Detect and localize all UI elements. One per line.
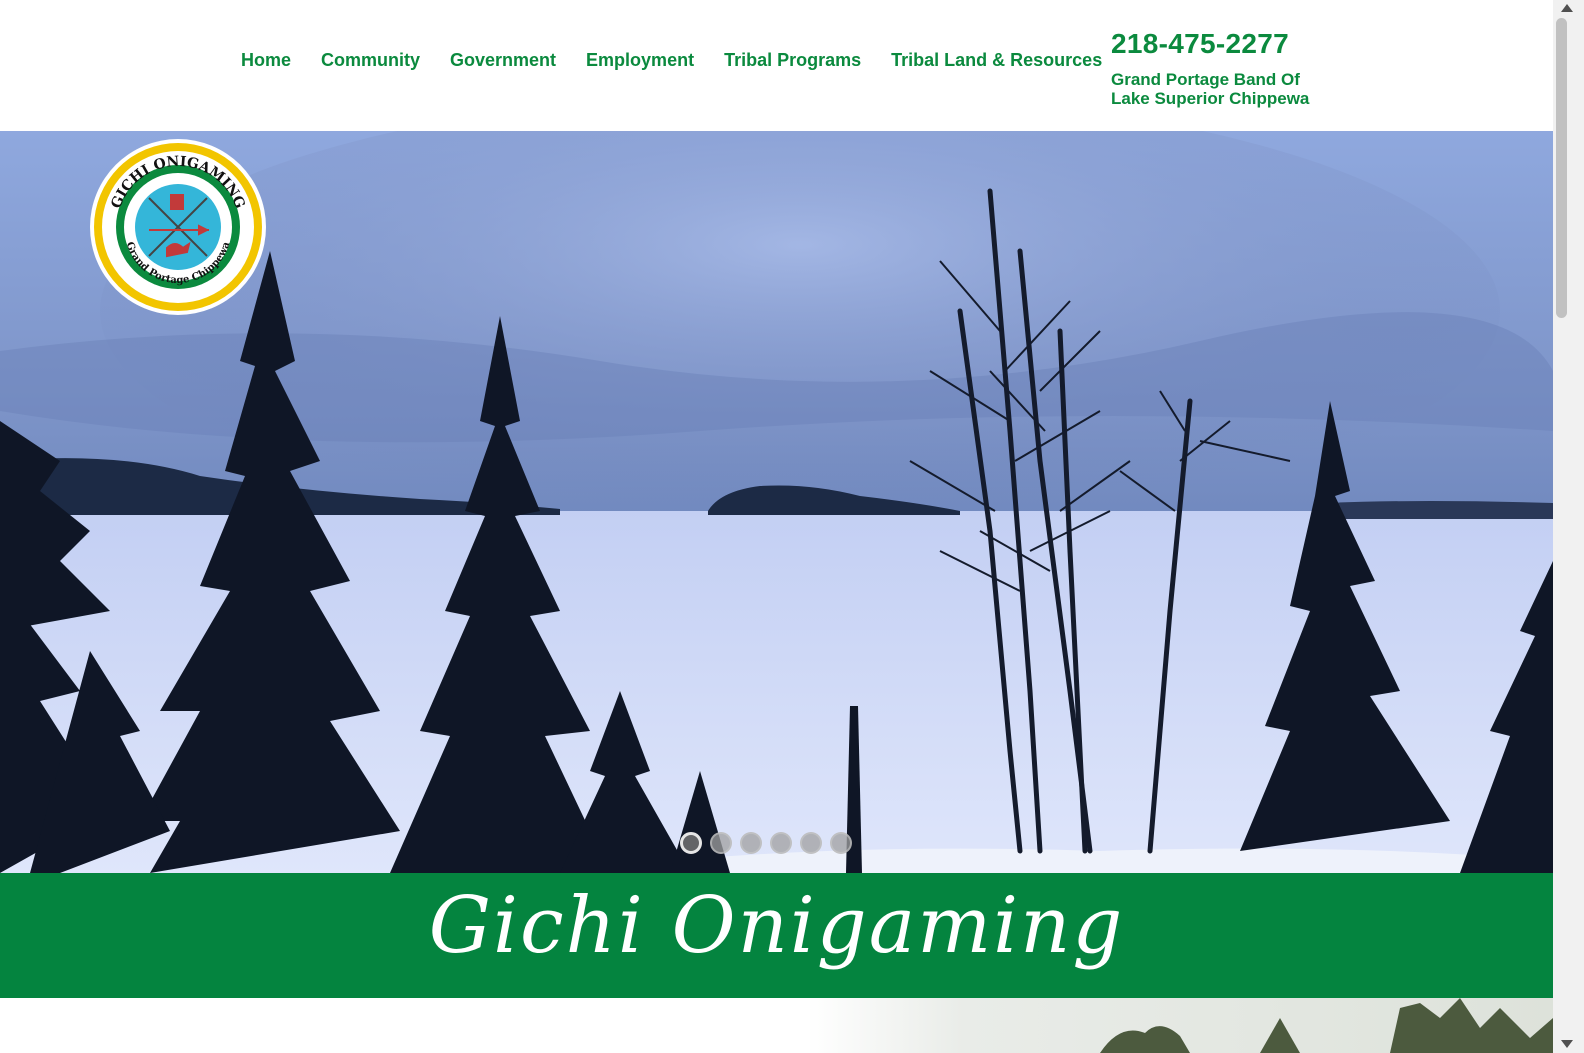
slider-dot[interactable]	[740, 832, 762, 854]
slider-dot[interactable]	[680, 832, 702, 854]
nav-tribal-programs[interactable]: Tribal Programs	[724, 50, 861, 71]
title-band: Gichi Onigaming	[0, 873, 1553, 998]
script-title: Gichi Onigaming	[428, 881, 1125, 971]
slider-dot[interactable]	[710, 832, 732, 854]
phone-number[interactable]: 218-475-2277	[1111, 28, 1321, 60]
nav-home[interactable]: Home	[241, 50, 291, 71]
nav-government[interactable]: Government	[450, 50, 556, 71]
slider-pagination	[680, 832, 852, 854]
hero-slider: GICHI ONIGAMING Grand Portage Chippewa	[0, 131, 1553, 873]
scrollbar-thumb[interactable]	[1556, 18, 1567, 318]
nav-tribal-land-resources[interactable]: Tribal Land & Resources	[891, 50, 1102, 71]
nav-employment[interactable]: Employment	[586, 50, 694, 71]
gichi-onigaming-seal-logo[interactable]: GICHI ONIGAMING Grand Portage Chippewa	[89, 138, 267, 316]
contact-block: 218-475-2277 Grand Portage Band Of Lake …	[1111, 28, 1321, 108]
org-tagline: Grand Portage Band Of Lake Superior Chip…	[1111, 70, 1310, 108]
main-nav: Home Community Government Employment Tri…	[241, 50, 1132, 71]
page-scrollbar[interactable]	[1553, 0, 1584, 1053]
slider-dot[interactable]	[800, 832, 822, 854]
slider-dot[interactable]	[830, 832, 852, 854]
nav-community[interactable]: Community	[321, 50, 420, 71]
next-section-image	[0, 998, 1553, 1053]
scroll-down-arrow-icon[interactable]	[1561, 1040, 1573, 1048]
site-header: Home Community Government Employment Tri…	[0, 0, 1553, 131]
scroll-up-arrow-icon[interactable]	[1561, 4, 1573, 12]
slider-dot[interactable]	[770, 832, 792, 854]
